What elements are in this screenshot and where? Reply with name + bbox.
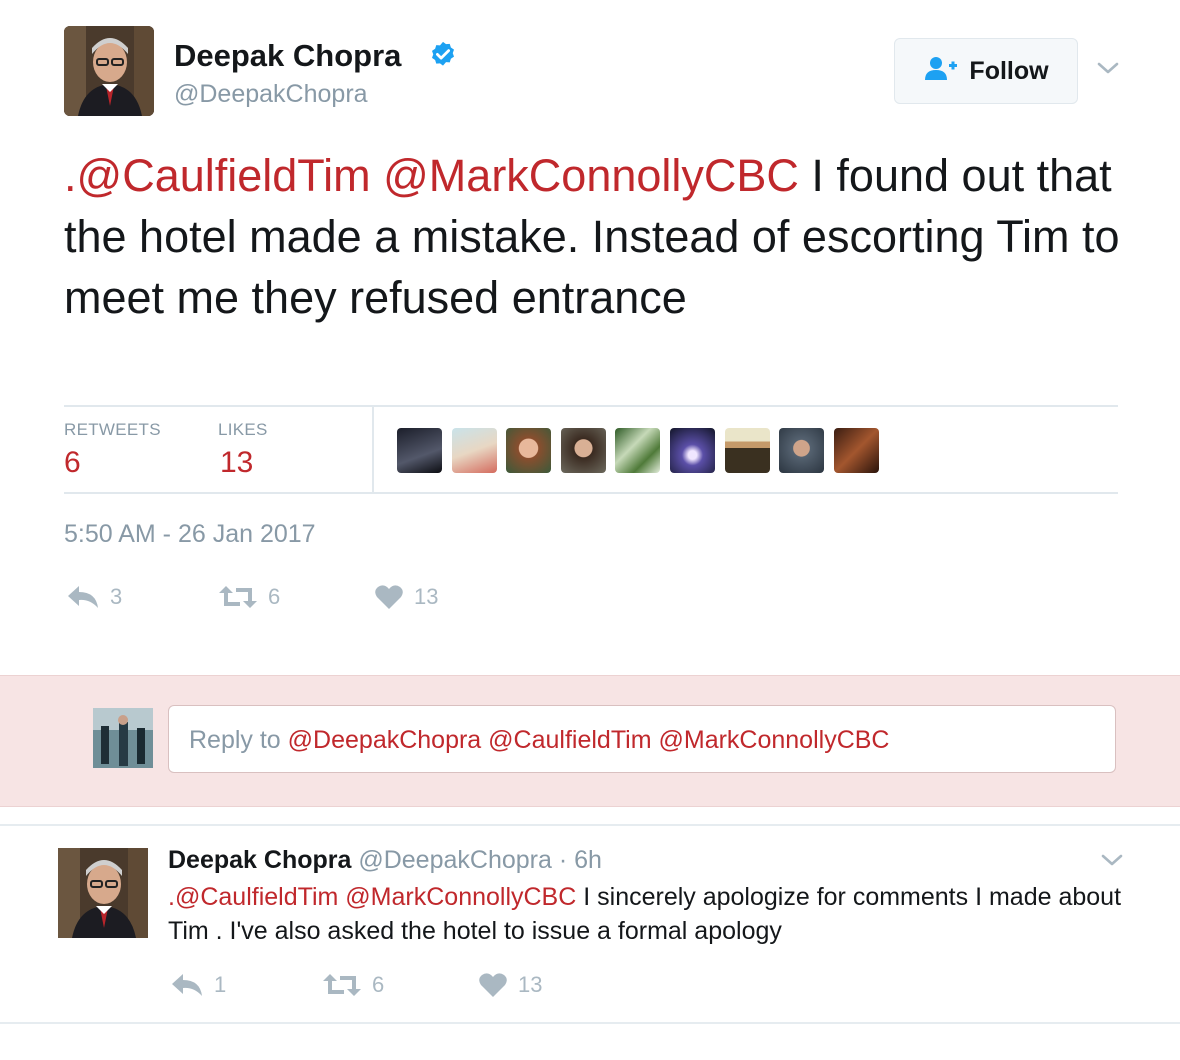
like-count: 13 [518,972,543,997]
reply-action[interactable]: 3 [66,584,122,610]
liker-avatar[interactable] [506,428,551,473]
author-avatar[interactable] [64,26,154,116]
tweet-timestamp[interactable]: 5:50 AM - 26 Jan 2017 [64,520,316,549]
heart-icon [375,585,403,609]
liker-avatar[interactable] [834,428,879,473]
liker-avatar[interactable] [725,428,770,473]
like-count: 13 [414,584,439,609]
author-handle[interactable]: @DeepakChopra [174,80,368,109]
likes-count[interactable]: 13 [220,446,253,480]
reply-count: 3 [110,584,123,609]
follow-user-icon [923,55,958,88]
divider [372,406,374,494]
verified-badge-icon [428,40,458,70]
tweet-text-prefix: . [64,150,77,201]
divider [64,405,1118,407]
reply-prefix: Reply to [189,726,288,754]
divider [0,824,1180,826]
reply-author-handle[interactable]: @DeepakChopra [358,846,552,874]
likes-label[interactable]: LIKES [218,420,268,440]
chevron-down-icon[interactable] [1096,56,1120,80]
author-name[interactable]: Deepak Chopra [174,38,401,74]
reply-icon [172,974,202,996]
retweet-count: 6 [268,584,281,609]
mention-link[interactable]: @MarkConnollyCBC [345,883,576,911]
divider [0,1022,1180,1024]
liker-avatar[interactable] [561,428,606,473]
like-action[interactable]: 13 [478,972,542,998]
reply-action[interactable]: 1 [170,972,226,998]
current-user-avatar[interactable] [93,708,153,768]
reply-text-prefix: . [168,883,175,911]
liker-avatar[interactable] [670,428,715,473]
chevron-down-icon[interactable] [1100,848,1124,872]
reply-age[interactable]: · 6h [559,846,602,874]
reply-count: 1 [214,972,227,997]
follow-button[interactable]: Follow [894,38,1078,104]
retweets-label[interactable]: RETWEETS [64,420,161,440]
liker-avatar[interactable] [779,428,824,473]
like-action[interactable]: 13 [374,584,438,610]
retweet-icon [323,974,361,996]
follow-label: Follow [969,56,1049,85]
retweet-action[interactable]: 6 [218,584,280,610]
retweet-action[interactable]: 6 [322,972,384,998]
divider [64,492,1118,494]
heart-icon [479,973,507,997]
mention-link[interactable]: @CaulfieldTim [175,883,338,911]
reply-input[interactable]: Reply to @DeepakChopra @CaulfieldTim @Ma… [168,705,1116,773]
reply-author-line: Deepak Chopra @DeepakChopra · 6h [168,846,602,875]
tweet-text: .@CaulfieldTim @MarkConnollyCBC I found … [64,145,1124,328]
liker-avatar[interactable] [397,428,442,473]
reply-mentions: @DeepakChopra @CaulfieldTim @MarkConnoll… [287,726,890,754]
reply-author-avatar[interactable] [58,848,148,938]
mention-link[interactable]: @MarkConnollyCBC [383,150,799,201]
reply-author-name[interactable]: Deepak Chopra [168,846,351,874]
liker-avatar[interactable] [615,428,660,473]
retweet-icon [219,586,257,608]
mention-link[interactable]: @CaulfieldTim [77,150,371,201]
reply-icon [68,586,98,608]
retweets-count[interactable]: 6 [64,446,81,480]
reply-tweet-text: .@CaulfieldTim @MarkConnollyCBC I sincer… [168,880,1128,948]
liker-avatar[interactable] [452,428,497,473]
retweet-count: 6 [372,972,385,997]
